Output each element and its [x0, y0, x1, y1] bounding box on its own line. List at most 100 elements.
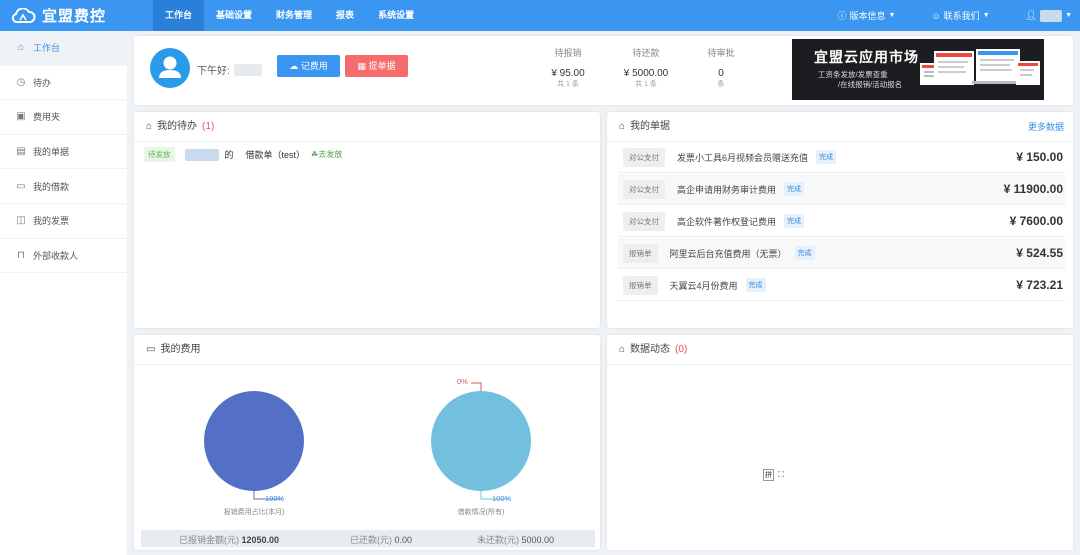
clipboard-icon: ▦ — [357, 61, 366, 71]
bill-row[interactable]: 报销单 天翼云4月份费用 完成 ¥ 723.21 — [618, 270, 1065, 301]
bill-row[interactable]: 对公支付 发票小工具6月视频会员赠送充值 完成 ¥ 150.00 — [618, 142, 1065, 173]
todo-count: (1) — [202, 120, 215, 132]
bills-title: 我的单据 — [630, 120, 671, 132]
stat-label: 待还款 — [632, 48, 660, 58]
stat-value: 0 — [718, 68, 724, 79]
status-badge: 完成 — [784, 182, 805, 196]
pie2-slice[interactable] — [431, 391, 531, 491]
folder-icon: ▣ — [16, 111, 26, 123]
stat-sub: 共 1 条 — [635, 81, 657, 88]
pie1-caption: 报销费用占比(本月) — [223, 509, 285, 516]
summary-value: 5000.00 — [521, 535, 555, 545]
user-name-redacted — [233, 63, 262, 76]
bill-row[interactable]: 报销单 阿里云后台充值费用（无票） 完成 ¥ 524.55 — [618, 238, 1065, 269]
todo-item[interactable]: 待发放 的 借款单（test） ☘︎去发放 — [144, 147, 342, 162]
bill-name: 高企申请用财务审计费用 — [677, 184, 777, 195]
user-menu[interactable]: 👤︎ ▼ — [1025, 9, 1072, 22]
stat-label: 待审批 — [707, 48, 735, 58]
info-icon: ⓘ — [837, 11, 847, 21]
submit-bill-button[interactable]: ▦ 提单据 — [345, 55, 408, 77]
greeting: 下午好: — [197, 66, 230, 77]
status-badge: 完成 — [745, 278, 766, 292]
version-info-menu[interactable]: ⓘ 版本信息 ▼ — [838, 9, 896, 22]
wallet-icon: ▭ — [16, 180, 26, 192]
sidebar-item-external-payees[interactable]: ⊓ 外部收款人 — [0, 239, 127, 274]
bill-name: 发票小工具6月视频会员赠送充值 — [677, 152, 809, 163]
summary-reimbursed: 已报销金额(元) 12050.00 — [179, 533, 279, 546]
pie1-percent-label: 100% — [265, 494, 285, 503]
more-data-link[interactable]: 更多数据 — [1028, 112, 1064, 142]
user-name-redacted — [184, 148, 219, 161]
bill-type: 报销单 — [623, 243, 658, 263]
version-info-label: 版本信息 — [849, 11, 886, 21]
bill-row[interactable]: 对公支付 高企申请用财务审计费用 完成 ¥ 11900.00 — [618, 174, 1065, 205]
contact-us-menu[interactable]: ☺ 联系我们 ▼ — [931, 9, 989, 22]
sidebar-item-my-bills[interactable]: ▤ 我的单据 — [0, 135, 127, 170]
todo-title: 我的待办 — [157, 120, 198, 132]
sidebar-item-label: 工作台 — [33, 43, 61, 54]
sidebar-item-workbench[interactable]: ⌂ 工作台 — [0, 31, 127, 66]
expand-icon[interactable]: ⛶ — [778, 470, 784, 480]
sidebar-item-label: 我的单据 — [33, 147, 70, 158]
chevron-down-icon: ▼ — [982, 12, 990, 19]
bill-amount: ¥ 7600.00 — [1009, 214, 1063, 228]
activity-title: 数据动态 — [630, 343, 671, 355]
stat-value: ¥ 95.00 — [551, 68, 585, 79]
sidebar-item-my-invoices[interactable]: ◫ 我的发票 — [0, 204, 127, 239]
status-badge: 完成 — [816, 150, 837, 164]
sidebar-item-label: 我的发票 — [33, 216, 70, 227]
summary-unpaid: 未还款(元) 5000.00 — [477, 533, 554, 546]
record-expense-button[interactable]: ☁︎ 记费用 — [277, 55, 340, 77]
activity-panel: ⌂ 数据动态 (0) 拼 ⛶ — [607, 335, 1073, 550]
stat-sub: 条 — [717, 81, 725, 88]
stat-pending-repayment[interactable]: 待还款 ¥ 5000.00 共 1 条 — [616, 46, 676, 89]
welcome-panel: 下午好: ☁︎ 记费用 ▦ 提单据 待报销 ¥ 95.00 共 1 条 待还款 … — [134, 36, 1073, 105]
stat-pending-reimbursement[interactable]: 待报销 ¥ 95.00 共 1 条 — [538, 46, 598, 89]
nav-reports[interactable]: 报表 — [324, 0, 366, 31]
bill-row[interactable]: 对公支付 高企软件著作权登记费用 完成 ¥ 7600.00 — [618, 206, 1065, 237]
sidebar-item-expense-folder[interactable]: ▣ 费用夹 — [0, 100, 127, 135]
bill-name: 天翼云4月份费用 — [669, 280, 738, 291]
pie2-percent-label: 100% — [492, 494, 512, 503]
app-market-banner[interactable]: 宜盟云应用市场 工资条发放/发票查重 /在线报销/活动报名 — [792, 39, 1044, 100]
invoice-icon: ◫ — [16, 215, 26, 227]
expense-summary-bar: 已报销金额(元) 12050.00 已还款(元) 0.00 未还款(元) 500… — [141, 530, 595, 547]
ime-pinyin-icon[interactable]: 拼 — [763, 469, 774, 481]
expense-panel: ▭ 我的费用 100% 报销费用占比(本月) 100% 0% 借款情况(所有) … — [134, 335, 600, 550]
bill-amount: ¥ 524.55 — [1016, 246, 1063, 260]
record-expense-label: 记费用 — [300, 61, 328, 71]
document-icon: ▤ — [16, 146, 26, 158]
nav-basic-settings[interactable]: 基础设置 — [204, 0, 264, 31]
cloud-logo-icon — [12, 7, 36, 23]
user-name-redacted — [1040, 9, 1063, 22]
bill-name: 高企软件著作权登记费用 — [677, 216, 777, 227]
ime-toolbar: 拼 ⛶ — [763, 469, 784, 481]
nav-system-settings[interactable]: 系统设置 — [366, 0, 426, 31]
home-icon: ⌂ — [17, 42, 25, 54]
stat-value: ¥ 5000.00 — [623, 68, 669, 79]
pie2-caption: 借款情况(所有) — [457, 509, 505, 516]
sidebar-item-todo[interactable]: ◷ 待办 — [0, 66, 127, 101]
nav-finance[interactable]: 财务管理 — [264, 0, 324, 31]
summary-value: 0.00 — [394, 535, 413, 545]
banner-line-2: /在线报销/活动报名 — [838, 80, 903, 89]
folder-icon: ⌂ — [146, 120, 153, 132]
app-logo[interactable]: 宜盟费控 — [12, 5, 106, 26]
expense-pie-charts — [204, 382, 531, 500]
stat-sub: 共 1 条 — [557, 81, 579, 88]
go-disburse-link[interactable]: ☘︎去发放 — [311, 149, 342, 160]
stat-label: 待报销 — [554, 48, 582, 58]
contact-us-label: 联系我们 — [943, 11, 980, 21]
laptop-screens-illustration — [920, 49, 1040, 85]
bill-type: 对公支付 — [623, 147, 665, 167]
sidebar-item-label: 待办 — [33, 77, 52, 88]
pie1-slice[interactable] — [204, 391, 304, 491]
folder-icon: ⌂ — [619, 120, 626, 132]
go-disburse-label: 去发放 — [318, 150, 343, 159]
stat-pending-approval[interactable]: 待审批 0 条 — [691, 46, 751, 89]
sidebar-item-my-loans[interactable]: ▭ 我的借款 — [0, 169, 127, 204]
avatar[interactable] — [150, 48, 190, 88]
chat-icon: ▭ — [146, 343, 156, 355]
user-icon: 👤︎ — [1025, 10, 1038, 20]
nav-workbench[interactable]: 工作台 — [153, 0, 205, 31]
